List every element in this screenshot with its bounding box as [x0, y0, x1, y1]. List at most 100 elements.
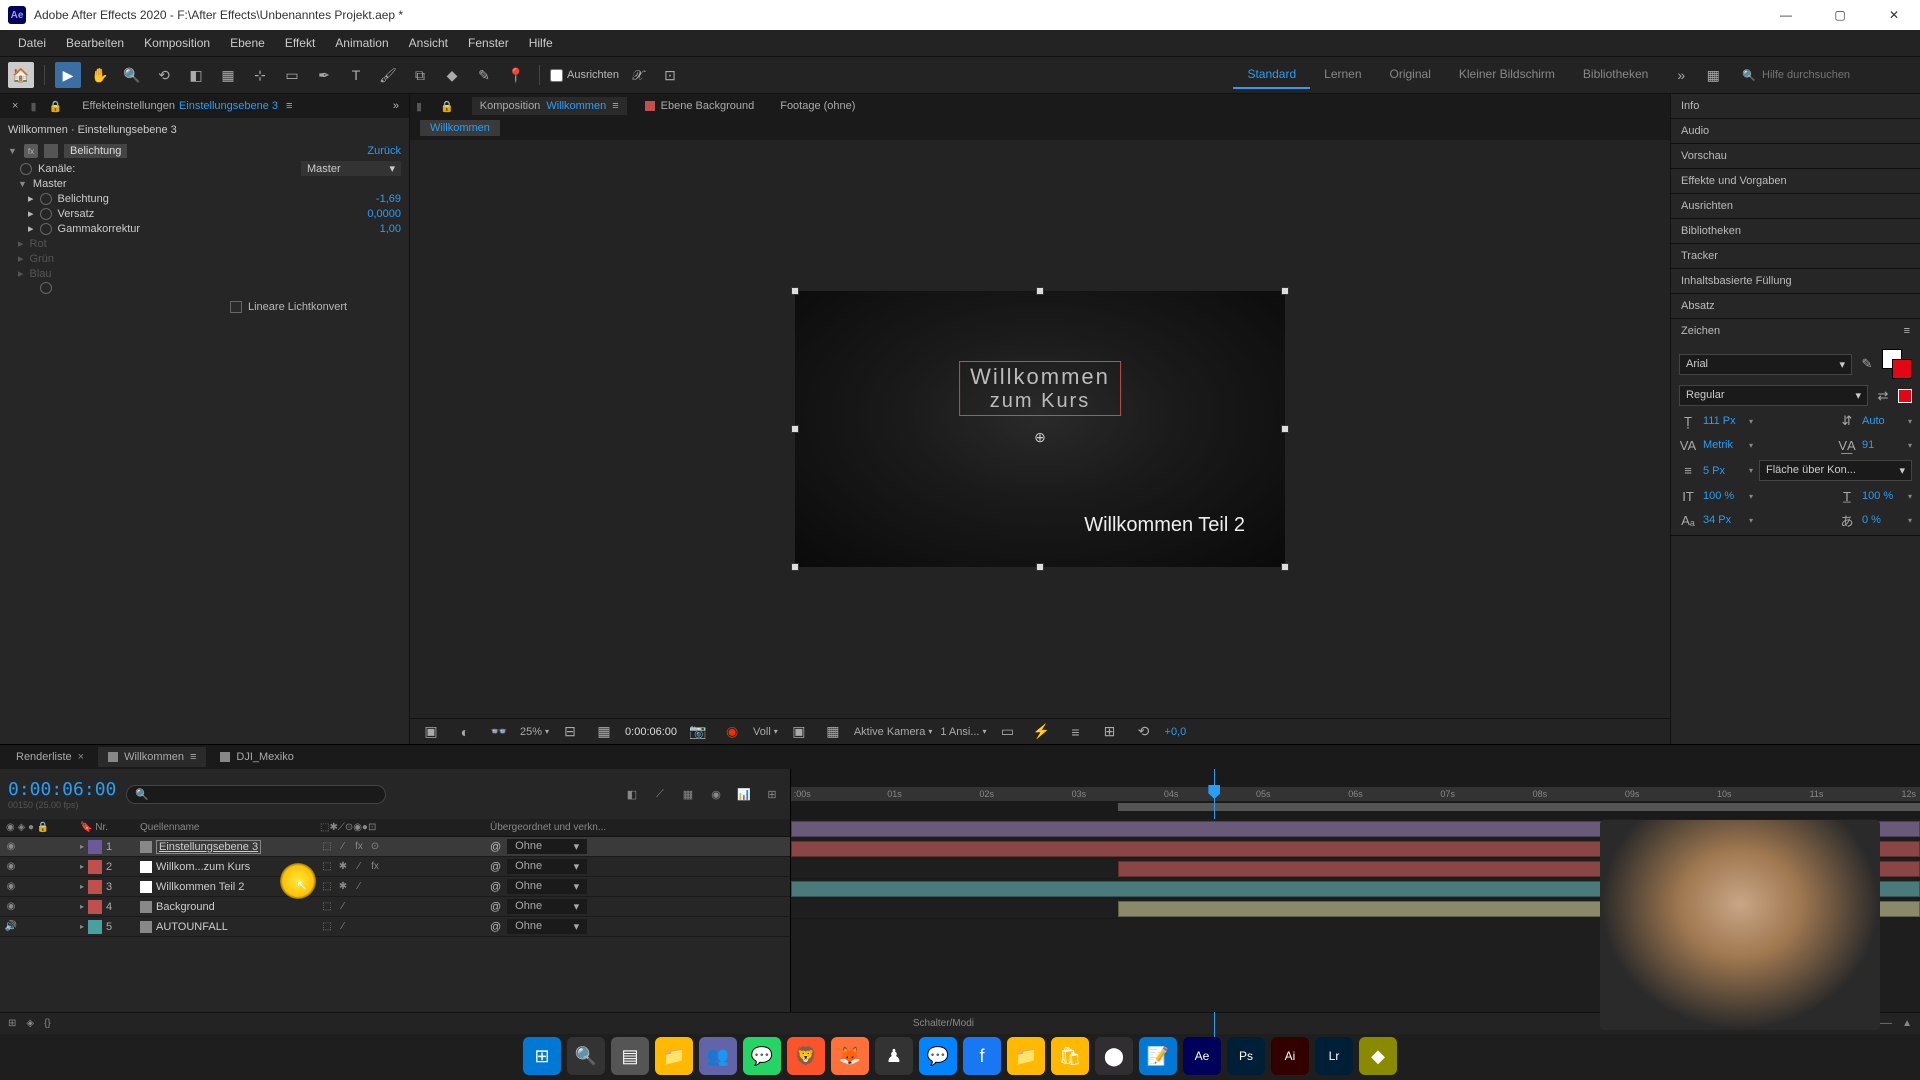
stroke-color[interactable]: [1898, 389, 1912, 403]
roi-icon[interactable]: ▣: [786, 719, 812, 745]
mask-icon[interactable]: ◐: [452, 719, 478, 745]
twirl-icon[interactable]: ▸: [80, 902, 84, 911]
taskbar-firefox[interactable]: 🦊: [831, 1037, 869, 1075]
viewer-timecode[interactable]: 0:00:06:00: [625, 726, 677, 738]
parent-dropdown[interactable]: Ohne▾: [507, 899, 587, 914]
menu-fenster[interactable]: Fenster: [458, 32, 519, 54]
layer-switches[interactable]: ⬚✱∕fx: [320, 861, 470, 872]
panel-info[interactable]: Info: [1671, 94, 1920, 118]
fx-badge-icon[interactable]: fx: [24, 144, 38, 158]
layer-row[interactable]: ◉▸2Willkom...zum Kurs⬚✱∕fx@Ohne▾: [0, 857, 790, 877]
text-tool[interactable]: T: [343, 62, 369, 88]
snap-checkbox[interactable]: [550, 69, 563, 82]
taskbar-chess[interactable]: ♟: [875, 1037, 913, 1075]
twirl-icon[interactable]: ▸: [28, 222, 34, 235]
panel-audio[interactable]: Audio: [1671, 119, 1920, 143]
brush-tool[interactable]: 🖌: [375, 62, 401, 88]
taskbar-messenger[interactable]: 💬: [919, 1037, 957, 1075]
label-color[interactable]: [88, 840, 102, 854]
font-size-value[interactable]: 111 Px: [1703, 415, 1743, 427]
fast-preview-icon[interactable]: ⚡: [1029, 719, 1055, 745]
res-half-icon[interactable]: ⊟: [557, 719, 583, 745]
twirl-icon[interactable]: ▸: [18, 252, 24, 265]
brain-icon[interactable]: ⊞: [762, 784, 782, 804]
label-color[interactable]: [88, 920, 102, 934]
panel-vorschau[interactable]: Vorschau: [1671, 144, 1920, 168]
layer-switches[interactable]: ⬚∕fx⊙: [320, 841, 470, 852]
close-button[interactable]: ✕: [1876, 1, 1912, 29]
eye-icon[interactable]: ◉: [4, 860, 18, 874]
alpha-icon[interactable]: ▣: [418, 719, 444, 745]
puppet-tool[interactable]: 📍: [503, 62, 529, 88]
twirl-icon[interactable]: ▸: [80, 842, 84, 851]
pickwhip-icon[interactable]: @: [490, 861, 501, 873]
footer-label[interactable]: Schalter/Modi: [913, 1018, 974, 1029]
help-search-input[interactable]: [1762, 69, 1902, 81]
timeline-icon[interactable]: ≡: [1063, 719, 1089, 745]
zoom-tool[interactable]: 🔍: [119, 62, 145, 88]
label-color[interactable]: [88, 900, 102, 914]
anchor-tool[interactable]: ⊹: [247, 62, 273, 88]
lock-icon[interactable]: 🔒: [432, 97, 462, 116]
tab-renderlist[interactable]: Renderliste×: [6, 747, 94, 767]
parent-dropdown[interactable]: Ohne▾: [507, 919, 587, 934]
twirl-icon[interactable]: ▸: [80, 922, 84, 931]
parent-dropdown[interactable]: Ohne▾: [507, 879, 587, 894]
panel-close-icon[interactable]: ×: [4, 96, 26, 116]
grid-icon[interactable]: ▦: [591, 719, 617, 745]
twirl-icon[interactable]: ▸: [80, 882, 84, 891]
zoom-in-icon[interactable]: ▲: [1902, 1018, 1912, 1029]
taskbar-shop[interactable]: 🛍: [1051, 1037, 1089, 1075]
current-timecode[interactable]: 0:00:06:00: [8, 779, 116, 800]
eye-icon[interactable]: ◉: [4, 880, 18, 894]
composition-tab[interactable]: Komposition Willkommen ≡: [472, 97, 627, 115]
maximize-button[interactable]: ▢: [1822, 1, 1858, 29]
exposure-value[interactable]: +0,0: [1165, 726, 1187, 738]
menu-effekt[interactable]: Effekt: [275, 32, 325, 54]
panel-menu-icon[interactable]: ≡: [190, 751, 196, 763]
taskbar-misc[interactable]: ◆: [1359, 1037, 1397, 1075]
stroke-style-dropdown[interactable]: Fläche über Kon...▾: [1759, 460, 1912, 481]
leading-value[interactable]: Auto: [1862, 415, 1902, 427]
snap-options-icon[interactable]: 𝒳: [625, 62, 651, 88]
comp-breadcrumb[interactable]: Willkommen: [410, 118, 1670, 140]
layer-row[interactable]: 🔊▸5AUTOUNFALL⬚∕@Ohne▾: [0, 917, 790, 937]
eraser-tool[interactable]: ◆: [439, 62, 465, 88]
selection-tool[interactable]: ▶: [55, 62, 81, 88]
baseline-value[interactable]: 34 Px: [1703, 514, 1743, 526]
snap-extra-icon[interactable]: ⊡: [657, 62, 683, 88]
stopwatch-icon[interactable]: [20, 163, 32, 175]
tsume-value[interactable]: 0 %: [1862, 514, 1902, 526]
taskbar-obs[interactable]: ⬤: [1095, 1037, 1133, 1075]
checkbox-input[interactable]: [230, 301, 242, 313]
shape-tool[interactable]: ▭: [279, 62, 305, 88]
zoom-dropdown[interactable]: 25%▾: [520, 726, 549, 738]
panel-bibliotheken[interactable]: Bibliotheken: [1671, 219, 1920, 243]
minimize-button[interactable]: —: [1768, 1, 1804, 29]
taskbar-ai[interactable]: Ai: [1271, 1037, 1309, 1075]
prop-value[interactable]: -1,69: [376, 193, 401, 205]
toggle-blend-icon[interactable]: {}: [44, 1018, 51, 1029]
frame-blend-icon[interactable]: ▦: [678, 784, 698, 804]
taskbar-teams[interactable]: 👥: [699, 1037, 737, 1075]
stopwatch-icon[interactable]: [40, 193, 52, 205]
flowchart-icon[interactable]: ⊞: [1097, 719, 1123, 745]
menu-bearbeiten[interactable]: Bearbeiten: [56, 32, 134, 54]
taskbar-windows[interactable]: ⊞: [523, 1037, 561, 1075]
pen-tool[interactable]: ✒: [311, 62, 337, 88]
stopwatch-icon[interactable]: [40, 282, 52, 294]
twirl-icon[interactable]: ▼: [18, 179, 27, 189]
vscale-value[interactable]: 100 %: [1703, 490, 1743, 502]
effect-reset[interactable]: Zurück: [367, 145, 401, 157]
workspace-overflow[interactable]: »: [1668, 62, 1694, 88]
twirl-icon[interactable]: ▸: [80, 862, 84, 871]
eye-icon[interactable]: ◉: [4, 900, 18, 914]
layer-name[interactable]: Background: [156, 901, 215, 913]
orbit-tool[interactable]: ⟲: [151, 62, 177, 88]
layer-name[interactable]: AUTOUNFALL: [156, 921, 228, 933]
workspace-bibliotheken[interactable]: Bibliotheken: [1569, 61, 1662, 89]
layer-row[interactable]: ◉▸1Einstellungsebene 3⬚∕fx⊙@Ohne▾: [0, 837, 790, 857]
workspace-grid-icon[interactable]: ▦: [1700, 62, 1726, 88]
pickwhip-icon[interactable]: @: [490, 881, 501, 893]
close-icon[interactable]: ×: [78, 751, 84, 763]
